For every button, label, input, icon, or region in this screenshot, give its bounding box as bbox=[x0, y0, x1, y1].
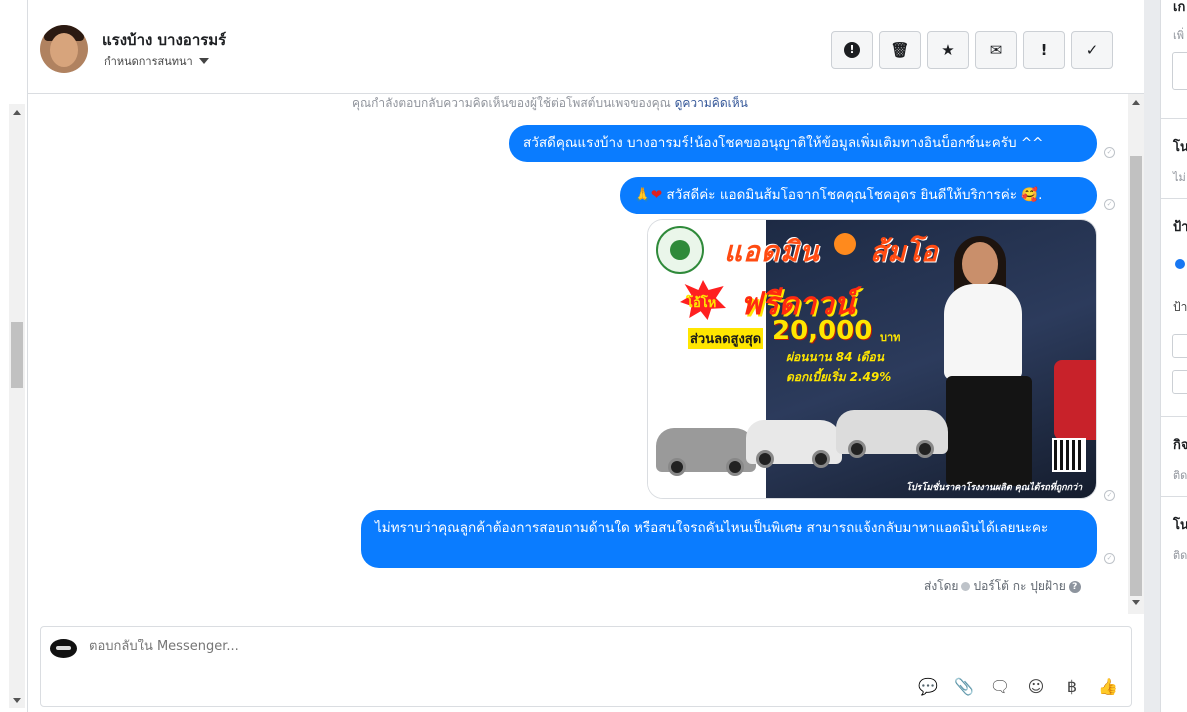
left-scrollbar-thumb[interactable] bbox=[11, 322, 23, 388]
attach-icon[interactable]: 📎 bbox=[951, 673, 977, 699]
label-checkbox[interactable] bbox=[1172, 334, 1187, 358]
check-circle-icon bbox=[961, 582, 971, 591]
done-button[interactable]: ✓ bbox=[1071, 31, 1113, 69]
promo-title-name: ส้มโอ bbox=[870, 235, 938, 268]
page-avatar bbox=[50, 639, 77, 658]
promo-image-attachment[interactable]: แอดมิน ส้มโอ โอ้โห ฟรีดาวน์ ส่วนลดสูงสุด… bbox=[647, 219, 1097, 499]
contact-name[interactable]: แรงบ้าง บางอารมร์ bbox=[102, 28, 226, 52]
thread-scrollbar[interactable] bbox=[1128, 94, 1144, 614]
pickup-truck-image bbox=[746, 420, 842, 468]
envelope-icon: ✉ bbox=[989, 41, 1003, 59]
inbox-window: แรงบ้าง บางอารมร์ กำหนดการสนทนา ! 🗑 ★ ✉ … bbox=[0, 0, 1187, 712]
like-icon[interactable]: 👍 bbox=[1095, 673, 1121, 699]
scroll-down-arrow-icon[interactable] bbox=[1132, 600, 1140, 605]
message-bubble: ไม่ทราบว่าคุณลูกค้าต้องการสอบถามด้านใด ห… bbox=[361, 510, 1097, 568]
comment-context-notice: คุณกำลังตอบกลับความคิดเห็นของผู้ใช้ต่อโพ… bbox=[352, 96, 748, 110]
quick-reply-icon[interactable]: 🗨 bbox=[987, 673, 1013, 699]
promo-title: แอดมิน bbox=[724, 235, 820, 268]
orange-icon bbox=[834, 233, 856, 255]
scroll-up-arrow-icon[interactable] bbox=[13, 110, 21, 115]
message-bubble: 🙏❤ สวัสดีค่ะ แอดมินส้มโอจากโชคคุณโชคอุดร… bbox=[620, 177, 1097, 214]
star-button[interactable]: ★ bbox=[927, 31, 969, 69]
sender-name[interactable]: ปอร์โต้ กะ ปุยฝ้าย bbox=[973, 577, 1065, 596]
trash-icon: 🗑 bbox=[890, 41, 910, 59]
assign-label: กำหนดการสนทนา bbox=[104, 55, 193, 68]
left-panel-edge bbox=[0, 0, 28, 712]
reply-input[interactable] bbox=[89, 639, 889, 654]
spam-button[interactable]: ! bbox=[831, 31, 873, 69]
help-icon[interactable]: ? bbox=[1068, 580, 1081, 593]
sent-by-info: ส่งโดย ปอร์โต้ กะ ปุยฝ้าย ? bbox=[924, 577, 1081, 596]
checkmark-icon: ✓ bbox=[1085, 41, 1099, 59]
star-icon: ★ bbox=[941, 41, 955, 59]
composer-tools: 💬 📎 🗨 ☺ ฿ 👍 bbox=[915, 673, 1121, 699]
mark-unread-button[interactable]: ✉ bbox=[975, 31, 1017, 69]
message-bubble: สวัสดีคุณแรงบ้าง บางอารมร์!น้องโชคขออนุญ… bbox=[509, 125, 1097, 162]
sent-check-icon: ✓ bbox=[1104, 147, 1115, 158]
pickup-truck-image bbox=[836, 410, 948, 458]
left-scrollbar[interactable] bbox=[9, 104, 25, 708]
chevron-down-icon bbox=[198, 58, 209, 64]
conversation-actions: ! 🗑 ★ ✉ ! ✓ bbox=[831, 31, 1113, 69]
reply-composer: 💬 📎 🗨 ☺ ฿ 👍 bbox=[40, 626, 1132, 707]
car-image bbox=[656, 428, 756, 476]
contact-avatar[interactable] bbox=[40, 25, 88, 73]
sent-check-icon: ✓ bbox=[1104, 199, 1115, 210]
pray-emoji-icon: 🙏 bbox=[634, 187, 651, 203]
assign-conversation-dropdown[interactable]: กำหนดการสนทนา bbox=[104, 52, 209, 70]
scroll-up-arrow-icon[interactable] bbox=[1132, 100, 1140, 105]
follow-up-button[interactable]: ! bbox=[1023, 31, 1065, 69]
label-dot-icon[interactable] bbox=[1175, 259, 1185, 269]
scroll-down-arrow-icon[interactable] bbox=[13, 698, 21, 703]
view-comment-link[interactable]: ดูความคิดเห็น bbox=[675, 96, 748, 110]
delete-button[interactable]: 🗑 bbox=[879, 31, 921, 69]
dealer-logo bbox=[656, 226, 704, 274]
label-checkbox[interactable] bbox=[1172, 370, 1187, 394]
details-input[interactable] bbox=[1172, 52, 1187, 90]
exclamation-icon: ! bbox=[1040, 41, 1048, 59]
panel-gutter bbox=[1144, 0, 1160, 712]
smile-hearts-emoji-icon: 🥰. bbox=[1021, 187, 1043, 203]
saved-reply-icon[interactable]: 💬 bbox=[915, 673, 941, 699]
payment-icon[interactable]: ฿ bbox=[1059, 673, 1085, 699]
heart-emoji-icon: ❤ bbox=[650, 187, 663, 203]
alert-circle-icon: ! bbox=[844, 42, 860, 58]
sent-check-icon: ✓ bbox=[1104, 490, 1115, 501]
sent-check-icon: ✓ bbox=[1104, 553, 1115, 564]
qr-code-icon bbox=[1052, 438, 1086, 472]
contact-details-panel: เก เพิ่ โน ไม่ ป้า ป้า กิจ ติด โน ติด bbox=[1160, 0, 1187, 712]
thread-scrollbar-thumb[interactable] bbox=[1130, 156, 1142, 596]
conversation-header: แรงบ้าง บางอารมร์ กำหนดการสนทนา ! 🗑 ★ ✉ … bbox=[28, 4, 1144, 94]
emoji-icon[interactable]: ☺ bbox=[1023, 673, 1049, 699]
message-thread: คุณกำลังตอบกลับความคิดเห็นของผู้ใช้ต่อโพ… bbox=[28, 94, 1128, 614]
